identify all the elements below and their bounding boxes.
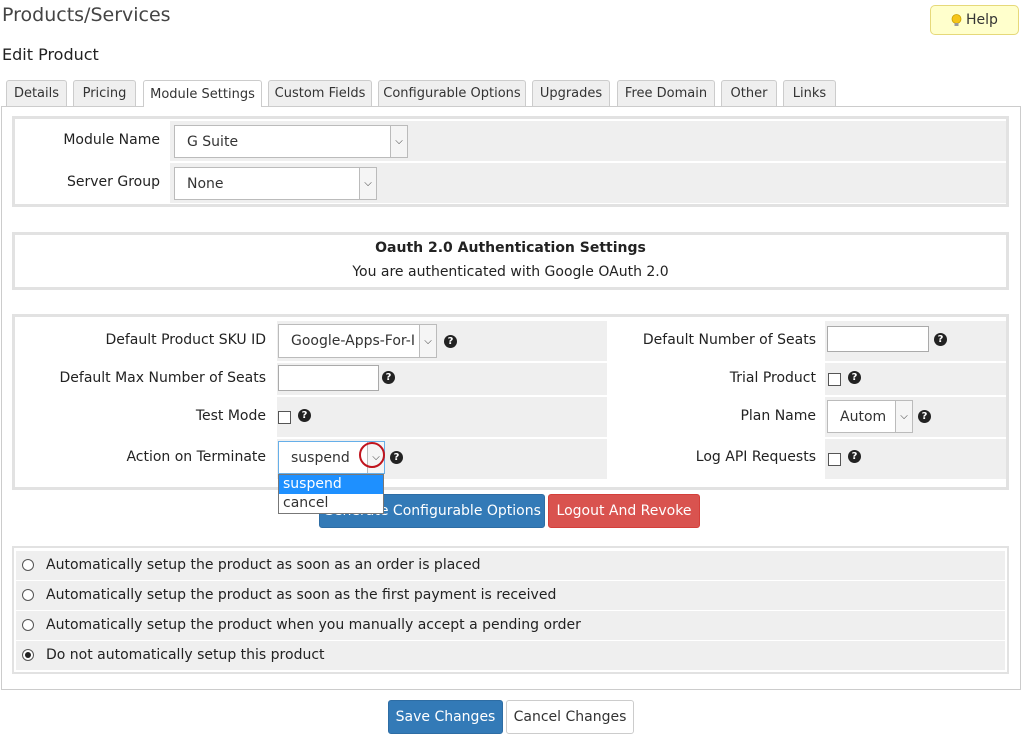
tab-configurable-options[interactable]: Configurable Options [378, 80, 526, 106]
setup-option-row: Automatically setup the product as soon … [16, 581, 1005, 610]
page-title: Products/Services [2, 4, 171, 26]
log-api-checkbox[interactable] [828, 453, 841, 466]
highlight-circle [359, 442, 385, 468]
help-icon[interactable]: ? [848, 371, 861, 384]
help-icon[interactable]: ? [444, 335, 457, 348]
plan-label: Plan Name [740, 408, 816, 424]
setup-option-label: Automatically setup the product as soon … [46, 587, 557, 603]
setup-option-row: Automatically setup the product as soon … [16, 551, 1005, 580]
trial-label: Trial Product [729, 370, 816, 386]
setup-option-label: Automatically setup the product as soon … [46, 557, 481, 573]
help-icon[interactable]: ? [382, 371, 395, 384]
help-icon[interactable]: ? [918, 410, 931, 423]
help-label: Help [966, 12, 998, 28]
module-name-select[interactable]: G Suite ⌵ [174, 125, 408, 158]
lightbulb-icon [951, 13, 962, 27]
tab-upgrades[interactable]: Upgrades [532, 80, 610, 106]
tab-module-settings[interactable]: Module Settings [143, 80, 262, 107]
log-api-label: Log API Requests [695, 449, 816, 465]
setup-option-row: Do not automatically setup this product [16, 641, 1005, 670]
test-mode-checkbox[interactable] [278, 411, 291, 424]
setup-radio-2[interactable] [22, 619, 34, 631]
setup-radio-1[interactable] [22, 589, 34, 601]
tab-details[interactable]: Details [6, 80, 67, 106]
terminate-label: Action on Terminate [126, 449, 266, 465]
help-icon[interactable]: ? [934, 333, 947, 346]
max-seats-label: Default Max Number of Seats [59, 370, 267, 386]
section-subtitle: Edit Product [2, 45, 99, 64]
help-icon[interactable]: ? [298, 409, 311, 422]
help-icon[interactable]: ? [848, 450, 861, 463]
max-seats-input[interactable] [278, 365, 379, 391]
setup-radio-3[interactable] [22, 649, 34, 661]
chevron-down-icon: ⌵ [895, 401, 912, 432]
seats-label: Default Number of Seats [642, 332, 816, 348]
tab-other[interactable]: Other [721, 80, 777, 106]
tab-pricing[interactable]: Pricing [73, 80, 136, 106]
server-group-label: Server Group [67, 174, 160, 190]
tab-custom-fields[interactable]: Custom Fields [268, 80, 372, 106]
chevron-down-icon: ⌵ [359, 168, 376, 199]
setup-option-row: Automatically setup the product when you… [16, 611, 1005, 640]
trial-checkbox[interactable] [828, 373, 841, 386]
chevron-down-icon: ⌵ [419, 325, 436, 357]
server-group-select[interactable]: None ⌵ [174, 167, 377, 200]
tab-free-domain[interactable]: Free Domain [617, 80, 715, 106]
cancel-changes-button[interactable]: Cancel Changes [506, 700, 634, 734]
dropdown-option-suspend[interactable]: suspend [279, 475, 383, 494]
save-changes-button[interactable]: Save Changes [388, 700, 503, 734]
plan-select[interactable]: Autom ⌵ [827, 400, 913, 433]
test-mode-label: Test Mode [195, 408, 266, 424]
sku-label: Default Product SKU ID [105, 332, 266, 348]
oauth-title: Oauth 2.0 Authentication Settings [375, 240, 646, 256]
oauth-status: You are authenticated with Google OAuth … [352, 264, 669, 280]
setup-option-label: Automatically setup the product when you… [46, 617, 581, 633]
help-button[interactable]: Help [930, 5, 1019, 35]
logout-revoke-button[interactable]: Logout And Revoke [548, 494, 700, 528]
module-panel: Module Name G Suite ⌵ Server Group None ⌵ [12, 116, 1009, 207]
module-name-label: Module Name [63, 132, 160, 148]
sku-select[interactable]: Google-Apps-For-I ⌵ [278, 324, 437, 358]
oauth-panel: Oauth 2.0 Authentication Settings You ar… [12, 232, 1009, 290]
tab-links[interactable]: Links [783, 80, 836, 106]
seats-input[interactable] [827, 326, 929, 352]
setup-option-label: Do not automatically setup this product [46, 647, 325, 663]
chevron-down-icon: ⌵ [390, 126, 407, 157]
help-icon[interactable]: ? [390, 451, 403, 464]
config-panel: Default Product SKU ID Google-Apps-For-I… [12, 314, 1009, 490]
terminate-dropdown-list: suspend cancel [278, 474, 384, 514]
setup-radio-0[interactable] [22, 559, 34, 571]
dropdown-option-cancel[interactable]: cancel [279, 494, 383, 513]
